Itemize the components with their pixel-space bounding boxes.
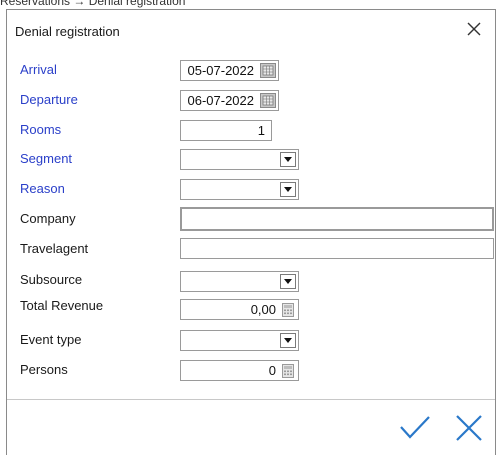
company-label: Company [20,211,76,226]
travelagent-input[interactable] [180,238,494,259]
arrival-label: Arrival [20,62,57,77]
persons-label: Persons [20,362,68,377]
rooms-value: 1 [257,123,265,138]
event-type-label: Event type [20,332,82,347]
total-revenue-input[interactable]: 0,00 [180,299,299,320]
persons-input[interactable]: 0 [180,360,299,381]
arrival-date-field[interactable]: 05-07-2022 [180,60,279,81]
calendar-icon[interactable] [260,63,276,78]
close-icon [456,415,482,441]
close-icon [467,22,481,36]
reason-label: Reason [20,181,65,196]
segment-select[interactable] [180,149,299,170]
calendar-icon[interactable] [260,93,276,108]
rooms-input[interactable]: 1 [180,120,272,141]
cancel-button[interactable] [452,411,486,445]
subsource-label: Subsource [20,272,83,287]
total-revenue-label: Total Revenue [20,298,104,313]
persons-value: 0 [268,363,276,378]
subsource-select[interactable] [180,271,299,292]
breadcrumb: Reservations → Denial registration [0,0,186,8]
dialog-title: Denial registration [15,24,120,39]
dropdown-arrow-icon[interactable] [280,333,296,348]
company-input[interactable] [180,207,494,231]
departure-date-field[interactable]: 06-07-2022 [180,90,279,111]
footer-divider [7,399,495,400]
rooms-label: Rooms [20,122,62,137]
checkmark-icon [400,416,430,439]
denial-registration-dialog: Denial registration Arrival 05-07-2022 D… [6,9,496,455]
arrival-value: 05-07-2022 [187,63,255,78]
dropdown-arrow-icon[interactable] [280,152,296,167]
calculator-icon[interactable] [282,303,294,317]
close-button[interactable] [463,18,485,40]
ok-button[interactable] [398,411,432,445]
departure-label: Departure [20,92,78,107]
segment-label: Segment [20,151,73,166]
departure-value: 06-07-2022 [187,93,255,108]
total-revenue-value: 0,00 [250,302,276,317]
dropdown-arrow-icon[interactable] [280,274,296,289]
event-type-select[interactable] [180,330,299,351]
calculator-icon[interactable] [282,364,294,378]
travelagent-label: Travelagent [20,241,89,256]
dropdown-arrow-icon[interactable] [280,182,296,197]
reason-select[interactable] [180,179,299,200]
